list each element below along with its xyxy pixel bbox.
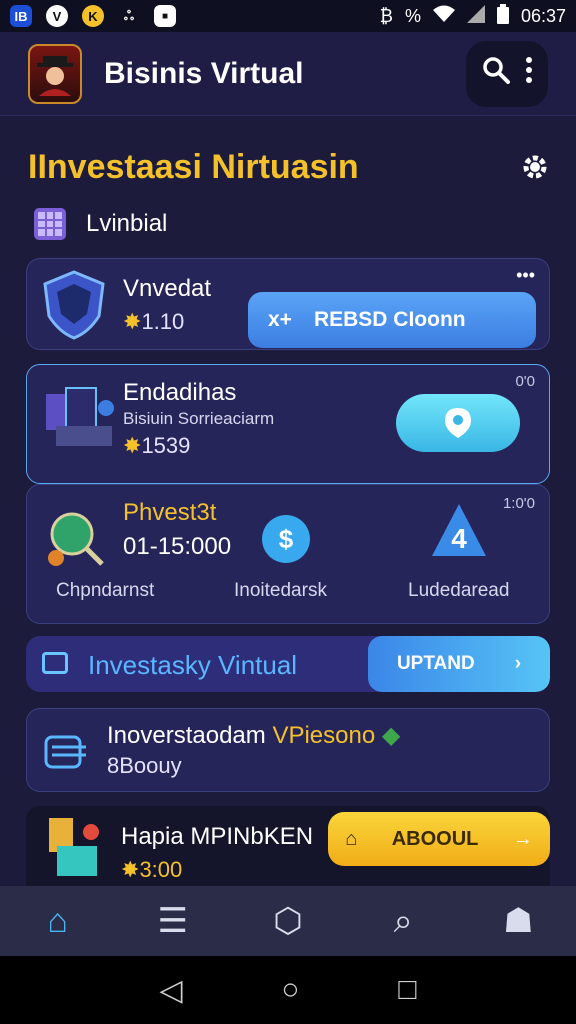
card-1-title: Vnvedat: [123, 275, 212, 302]
bluetooth-icon: ₿: [379, 5, 393, 26]
banner-label: Investasky Vintual: [88, 650, 298, 680]
promo-title: Hapia MPINbKEN: [121, 823, 314, 850]
card-1-action-button[interactable]: x+ REBSD CIoonn: [248, 292, 536, 348]
section-subtitle-row: Lvinbial: [34, 208, 167, 240]
card-3-column-1: Chpndarnst: [56, 580, 155, 601]
arrow-right-icon: →: [512, 827, 533, 850]
nav-box-icon[interactable]: ⬡: [258, 901, 318, 941]
promo-button[interactable]: ⌂ ABOOUL →: [328, 812, 550, 866]
card-2-value: 1539: [141, 433, 191, 458]
system-navigation: ◁ ○ □: [0, 956, 576, 1024]
banner-button-label: UPTAND: [396, 653, 475, 674]
square-app-icon: ■: [154, 5, 176, 27]
nav-home-icon[interactable]: ⌂: [28, 902, 88, 941]
card-2-value-row: ✸1539: [123, 433, 190, 459]
card-3-title: Phvest3t: [123, 499, 217, 526]
list-item-title: Inoverstaodam VPiesono ◆: [107, 721, 400, 750]
app-notification-icon: IB: [10, 5, 32, 27]
investor-avatar-icon[interactable]: [28, 43, 82, 104]
star-icon: ✸: [123, 309, 142, 334]
star-icon: ✸: [121, 857, 140, 882]
nav-profile-icon[interactable]: ☗: [488, 901, 548, 941]
section-subtitle: Lvinbial: [86, 210, 168, 237]
nav-list-icon[interactable]: ☰: [143, 901, 203, 941]
promo-value-row: ✸3:00: [121, 857, 182, 883]
list-item-title-part-1: Inoverstaodam: [107, 722, 266, 749]
card-3-column-3: Ludedaread: [408, 580, 510, 601]
cube-badge-icon: ◆: [381, 722, 401, 749]
close-plus-icon: x+: [268, 308, 292, 331]
promo-value: 3:00: [139, 857, 183, 882]
banner-button[interactable]: UPTAND ›: [368, 636, 550, 692]
clock: 06:37: [520, 5, 566, 26]
star-icon: ✸: [123, 433, 142, 458]
back-icon[interactable]: ◁: [159, 973, 182, 1008]
chart-window-icon: [42, 652, 68, 674]
shield-icon: [39, 269, 109, 341]
card-3-column-2: Inoitedarsk: [234, 580, 327, 601]
wifi-icon: [432, 5, 455, 28]
home-circle-icon[interactable]: ○: [281, 973, 299, 1007]
dollar-icon[interactable]: $: [262, 515, 310, 563]
more-vertical-icon[interactable]: [525, 56, 533, 91]
card-2-title: Endadihas: [123, 379, 237, 406]
nav-search-icon[interactable]: ⌕: [373, 902, 433, 941]
grid-icon: [34, 208, 66, 240]
signal-icon: [466, 4, 485, 28]
search-icon[interactable]: [482, 56, 510, 91]
card-1-menu-icon[interactable]: •••: [516, 265, 535, 286]
investment-list-item[interactable]: Inoverstaodam VPiesono ◆ 8Boouy: [26, 708, 550, 792]
server-icon: [41, 383, 121, 453]
stack-coins-icon: [41, 727, 91, 775]
magnifier-coin-icon: [43, 505, 109, 571]
card-1-value: 1.10: [141, 309, 185, 334]
chevron-right-icon: ›: [514, 653, 522, 674]
battery-icon: [496, 3, 509, 29]
svg-text:4: 4: [451, 523, 467, 554]
card-3-corner: 1:0'0: [502, 495, 535, 512]
app-bar: Bisinis Virtual: [0, 32, 576, 116]
building-icon: ⌂: [345, 827, 358, 850]
promo-button-label: ABOOUL: [391, 827, 479, 850]
card-2-location-button[interactable]: [396, 394, 520, 452]
gift-box-icon: [41, 815, 105, 879]
k-app-icon: K: [82, 5, 104, 27]
list-item-title-part-2: VPiesono: [272, 722, 376, 749]
cloud-app-icon: ஃ: [123, 7, 135, 23]
card-2-subtitle: Bisiuin Sorrieaciarm: [123, 409, 275, 428]
card-1-button-label: REBSD CIoonn: [313, 308, 466, 331]
status-bar: IB V K ஃ ■ ₿ % 06:37: [0, 0, 576, 32]
card-3-value: 01-15:000: [123, 533, 232, 560]
virtual-investment-banner[interactable]: Investasky Vintual UPTAND ›: [26, 636, 550, 692]
recents-icon[interactable]: □: [398, 973, 416, 1007]
card-2-corner: 0'0: [515, 373, 535, 390]
section-title: IInvestaasi Nirtuasin: [28, 148, 359, 186]
triangle-alert-icon[interactable]: 4: [428, 500, 490, 562]
card-1-value-row: ✸1.10: [123, 309, 184, 335]
settings-gear-icon[interactable]: [520, 152, 550, 190]
v-app-icon: V: [46, 5, 68, 27]
header-actions: [466, 40, 548, 107]
bottom-navigation: ⌂ ☰ ⬡ ⌕ ☗: [0, 886, 576, 956]
app-title: Bisinis Virtual: [104, 56, 304, 90]
vibrate-icon: %: [404, 5, 421, 26]
list-item-subtitle: 8Boouy: [107, 753, 182, 778]
location-pin-icon: [445, 408, 471, 438]
